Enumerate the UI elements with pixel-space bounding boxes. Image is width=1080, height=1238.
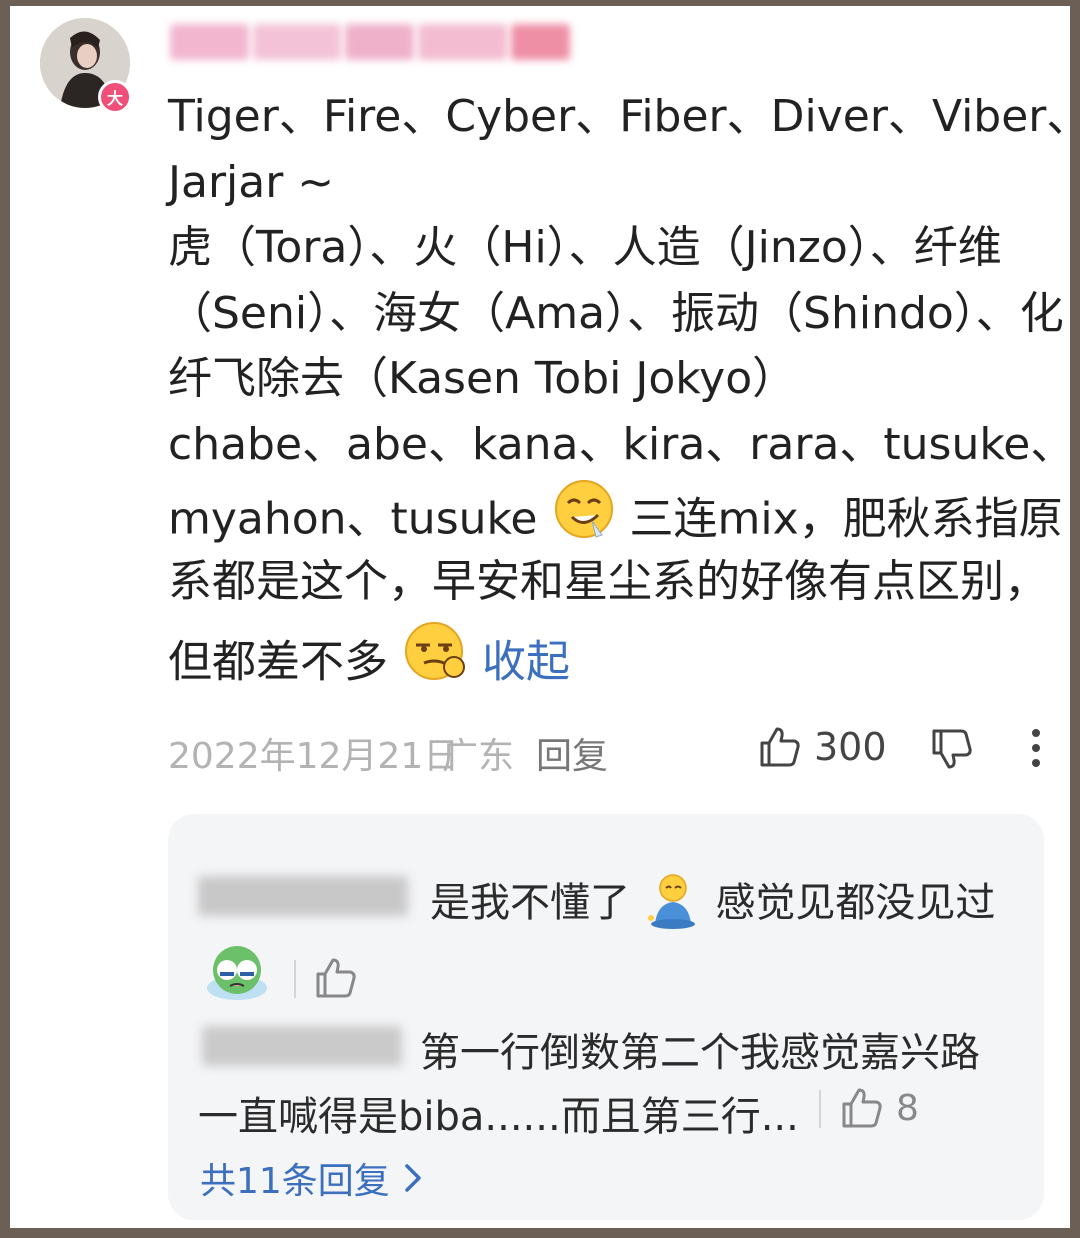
comment-line: 纤飞除去（Kasen Tobi Jokyo） [168, 353, 797, 404]
reply-like-button[interactable] [314, 956, 358, 1004]
crying-sticker-icon [202, 938, 272, 1008]
username-blurred[interactable] [170, 20, 570, 64]
divider [294, 960, 296, 998]
reply-username-blurred[interactable] [198, 876, 408, 916]
smirk-ok-emoji-icon [402, 619, 468, 710]
dislike-button[interactable] [930, 727, 974, 780]
more-options-icon[interactable] [1024, 725, 1048, 780]
comment-location: 广东 [442, 736, 515, 777]
thumbs-up-icon [842, 1088, 882, 1128]
divider [819, 1090, 821, 1128]
reply-like-count: 8 [896, 1087, 919, 1129]
view-all-replies-link[interactable]: 共11条回复 [200, 1152, 422, 1204]
comment-line: myahon、tusuke 三连mix，肥秋系指原 [168, 477, 1063, 555]
reply-like-button[interactable]: 8 [840, 1086, 919, 1130]
thumbs-up-icon [316, 958, 356, 998]
comment-card: 大 Tiger、Fire、Cyber、Fiber、Diver、Viber、 Ja… [10, 6, 1080, 1228]
collapse-link[interactable]: 收起 [482, 636, 570, 687]
chevron-right-icon [405, 1164, 421, 1192]
like-button[interactable]: 300 [758, 725, 887, 769]
comment-line: （Seni）、海女（Ama）、振动（Shindo）、化 [168, 287, 1064, 339]
comment-line: 虎（Tora）、火（Hi）、人造（Jinzo）、纤维 [168, 222, 1002, 273]
comment-meta: 2022年12月21日 广东 回复 300 [168, 721, 1048, 777]
thumbs-up-icon [760, 727, 800, 767]
reply-text: 第一行倒数第二个我感觉嘉兴路 [420, 1030, 980, 1076]
comment-line: Jarjar ~ [168, 156, 335, 208]
level-badge: 大 [98, 80, 132, 114]
reply-username-blurred[interactable] [202, 1026, 402, 1066]
like-count: 300 [814, 725, 887, 769]
reply-text: 一直喊得是biba......而且第三行... [198, 1094, 799, 1140]
comment-date: 2022年12月21日 [168, 736, 460, 777]
thumbs-down-icon [932, 729, 972, 769]
replies-panel: 是我不懂了 感觉见都没见过 第一行倒数第二个我感觉嘉兴路 一直喊得是biba..… [168, 814, 1044, 1220]
reply-button[interactable]: 回复 [536, 727, 608, 779]
comment-text: Tiger、Fire、Cyber、Fiber、Diver、Viber、 Jarj… [168, 84, 1080, 697]
comment-line: 系都是这个，早安和星尘系的好像有点区别， [168, 556, 1048, 607]
comment-line: 但都差不多 收起 [168, 619, 1053, 697]
meditating-emoji-icon [643, 870, 703, 940]
reply-text: 是我不懂了 感觉见都没见过 [430, 870, 995, 940]
comment-line: Tiger、Fire、Cyber、Fiber、Diver、Viber、 [168, 91, 1080, 142]
comment-line: chabe、abe、kana、kira、rara、tusuke、 [168, 418, 1075, 470]
